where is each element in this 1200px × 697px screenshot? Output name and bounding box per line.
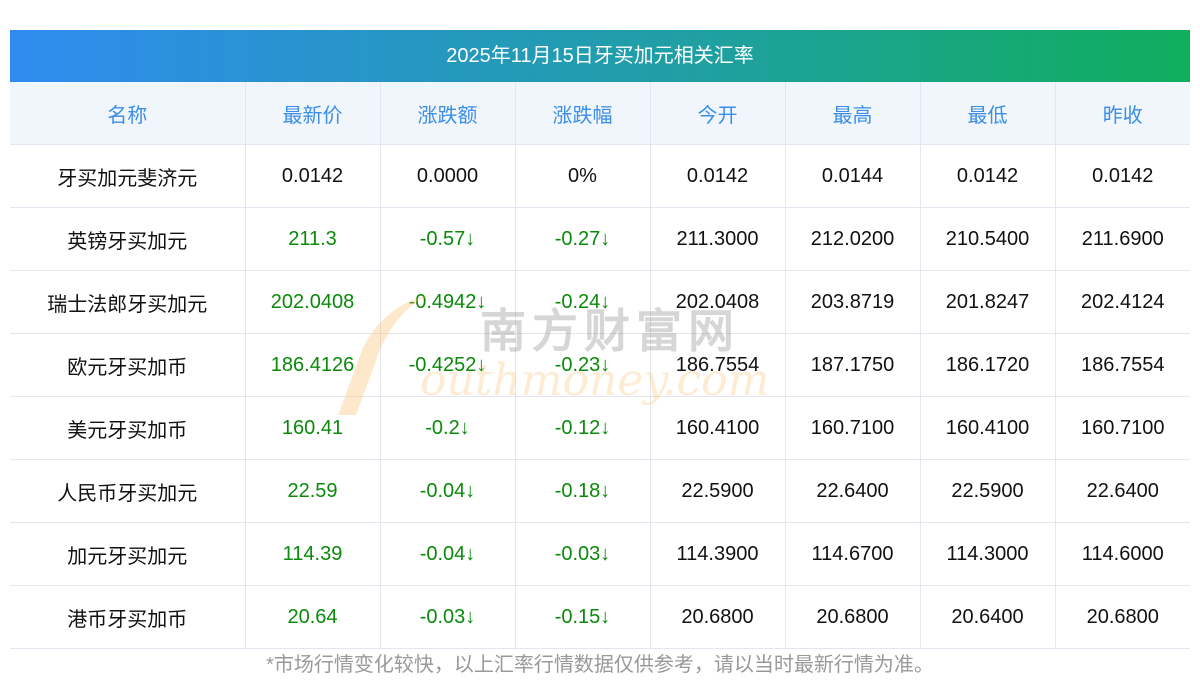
currency-pair-name: 牙买加元斐济元 [10, 144, 246, 208]
rate-cell: 160.7100 [785, 396, 921, 460]
rate-cell: -0.04↓ [380, 522, 516, 586]
rate-cell: 0.0142 [650, 144, 786, 208]
rate-cell: 210.5400 [920, 207, 1056, 271]
rate-cell: 201.8247 [920, 270, 1056, 334]
rate-cell: -0.03↓ [380, 585, 516, 649]
rate-cell: 160.4100 [920, 396, 1056, 460]
rate-cell: 202.4124 [1055, 270, 1190, 334]
column-header: 昨收 [1055, 82, 1190, 145]
rate-cell: 203.8719 [785, 270, 921, 334]
rate-cell: 20.6400 [920, 585, 1056, 649]
rate-cell: 160.4100 [650, 396, 786, 460]
header-row: 名称 最新价 涨跌额 涨跌幅 今开 最高 最低 昨收 [10, 82, 1190, 145]
rate-cell: 186.7554 [1055, 333, 1190, 397]
currency-pair-name: 人民币牙买加元 [10, 459, 246, 523]
rate-cell: 211.3000 [650, 207, 786, 271]
table-row: 牙买加元斐济元 0.0142 0.0000 0% 0.0142 0.0144 0.0142 0… [10, 144, 1190, 208]
rate-cell: 114.6000 [1055, 522, 1190, 586]
rate-cell: -0.27↓ [515, 207, 651, 271]
column-header: 最低 [920, 82, 1056, 145]
rate-cell: 186.7554 [650, 333, 786, 397]
table-row: 港币牙买加币 20.64 -0.03↓ -0.15↓ 20.6800 20.6800 20.… [10, 585, 1190, 649]
rate-cell: 160.7100 [1055, 396, 1190, 460]
column-header: 最高 [785, 82, 921, 145]
rate-cell: 22.5900 [920, 459, 1056, 523]
disclaimer: *市场行情变化较快，以上汇率行情数据仅供参考，请以当时最新行情为准。 [266, 654, 934, 676]
currency-pair-name: 加元牙买加元 [10, 522, 246, 586]
rate-cell: 114.3000 [920, 522, 1056, 586]
column-header: 最新价 [245, 82, 381, 145]
rate-cell: -0.57↓ [380, 207, 516, 271]
rate-cell: 22.5900 [650, 459, 786, 523]
rate-cell: 114.39 [245, 522, 381, 586]
exchange-rate-table: 名称 最新价 涨跌额 涨跌幅 今开 最高 最低 昨收 牙买加元斐济元 0.0142 0.0000 0… [10, 82, 1190, 649]
rate-cell: 187.1750 [785, 333, 921, 397]
rate-cell: -0.4942↓ [380, 270, 516, 334]
rate-cell: 186.1720 [920, 333, 1056, 397]
rate-cell: -0.4252↓ [380, 333, 516, 397]
rate-cell: -0.23↓ [515, 333, 651, 397]
rate-cell: 22.6400 [785, 459, 921, 523]
rate-cell: -0.03↓ [515, 522, 651, 586]
rate-cell: 186.4126 [245, 333, 381, 397]
column-header: 涨跌额 [380, 82, 516, 145]
rate-cell: -0.18↓ [515, 459, 651, 523]
rate-cell: -0.04↓ [380, 459, 516, 523]
table-row: 加元牙买加元 114.39 -0.04↓ -0.03↓ 114.3900 114.6700… [10, 522, 1190, 586]
currency-pair-name: 瑞士法郎牙买加元 [10, 270, 246, 334]
table-row: 瑞士法郎牙买加元 202.0408 -0.4942↓ -0.24↓ 202.0408 20… [10, 270, 1190, 334]
rate-cell: 20.6800 [785, 585, 921, 649]
table-row: 人民币牙买加元 22.59 -0.04↓ -0.18↓ 22.5900 22.6400 22… [10, 459, 1190, 523]
rate-cell: 0.0142 [245, 144, 381, 208]
rate-cell: 0.0142 [1055, 144, 1190, 208]
rate-cell: 22.59 [245, 459, 381, 523]
rate-cell: 202.0408 [650, 270, 786, 334]
currency-pair-name: 欧元牙买加币 [10, 333, 246, 397]
rate-cell: 114.6700 [785, 522, 921, 586]
table-title: 2025年11月15日牙买加元相关汇率 [10, 30, 1190, 82]
rate-cell: 0.0142 [920, 144, 1056, 208]
rate-cell: 212.0200 [785, 207, 921, 271]
rate-cell: -0.15↓ [515, 585, 651, 649]
rate-cell: 22.6400 [1055, 459, 1190, 523]
rate-cell: 160.41 [245, 396, 381, 460]
rate-cell: 20.6800 [1055, 585, 1190, 649]
currency-pair-name: 英镑牙买加元 [10, 207, 246, 271]
rate-cell: 0.0144 [785, 144, 921, 208]
rate-cell: 20.64 [245, 585, 381, 649]
rate-cell: 0.0000 [380, 144, 516, 208]
rate-cell: -0.2↓ [380, 396, 516, 460]
rate-cell: 202.0408 [245, 270, 381, 334]
currency-pair-name: 美元牙买加币 [10, 396, 246, 460]
rate-cell: 114.3900 [650, 522, 786, 586]
rate-cell: 211.6900 [1055, 207, 1190, 271]
column-header: 涨跌幅 [515, 82, 651, 145]
rate-cell: 211.3 [245, 207, 381, 271]
rate-cell: 20.6800 [650, 585, 786, 649]
rate-cell: -0.24↓ [515, 270, 651, 334]
table-row: 欧元牙买加币 186.4126 -0.4252↓ -0.23↓ 186.7554 187.… [10, 333, 1190, 397]
table-row: 英镑牙买加元 211.3 -0.57↓ -0.27↓ 211.3000 212.0200 2… [10, 207, 1190, 271]
column-header: 名称 [10, 82, 246, 145]
rate-cell: 0% [515, 144, 651, 208]
rate-cell: -0.12↓ [515, 396, 651, 460]
table-row: 美元牙买加币 160.41 -0.2↓ -0.12↓ 160.4100 160.7100 1… [10, 396, 1190, 460]
currency-pair-name: 港币牙买加币 [10, 585, 246, 649]
column-header: 今开 [650, 82, 786, 145]
